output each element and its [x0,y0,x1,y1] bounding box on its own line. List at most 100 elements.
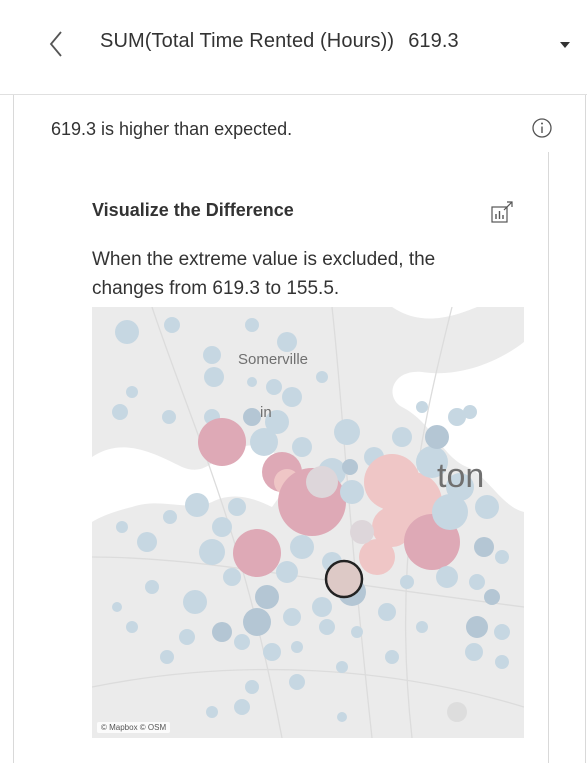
map-mark [145,580,159,594]
map-attribution[interactable]: © Mapbox © OSM [97,722,171,733]
map-mark [204,367,224,387]
map-mark [277,332,297,352]
map-mark [212,517,232,537]
map-label-partial: in [260,404,272,421]
measure-value: 619.3 [408,30,459,52]
map-mark [312,597,332,617]
map-mark [400,575,414,589]
measure-dropdown[interactable] [553,30,577,60]
explanation-statement: 619.3 is higher than expected. [51,119,293,139]
map-mark [336,661,348,673]
map-mark [245,680,259,694]
map-mark [263,643,281,661]
card-divider [548,152,549,763]
map-mark [392,427,412,447]
map-mark [199,539,225,565]
map-mark [164,317,180,333]
map-mark [466,616,488,638]
map-mark [255,585,279,609]
panel-right-border [585,95,586,763]
map-mark [185,493,209,517]
highlighted-extreme-mark[interactable] [324,559,364,599]
map-mark [206,706,218,718]
map-mark [160,650,174,664]
map-mark [416,401,428,413]
header: SUM(Total Time Rented (Hours)) 619.3 [0,0,587,95]
map-mark [163,510,177,524]
map-mark [484,589,500,605]
map-mark [319,619,335,635]
map-mark [126,386,138,398]
map-mark [243,408,261,426]
map-mark [276,561,298,583]
caret-down-icon [560,42,570,48]
map-mark [116,521,128,533]
map-mark [351,626,363,638]
map-mark [378,603,396,621]
open-chart-button[interactable] [489,199,515,225]
map-mark [469,574,485,590]
map-canvas [92,307,524,738]
map-mark [447,702,467,722]
map-mark [465,643,483,661]
map-mark [475,495,499,519]
map-mark [266,379,282,395]
map-mark [289,674,305,690]
map-mark [342,459,358,475]
map-mark [183,590,207,614]
map-mark [212,622,232,642]
back-button[interactable] [42,26,72,66]
map-mark [137,532,157,552]
coast-water [392,307,477,319]
card-title: Visualize the Difference [92,200,294,220]
map-mark [247,377,257,387]
map-mark [126,621,138,633]
map-mark [290,535,314,559]
map-mark [233,529,281,577]
map-mark [337,712,347,722]
map-mark [234,634,250,650]
map-visualization[interactable]: Somerville in ton © Mapbox © OSM [92,307,524,738]
map-mark [350,520,374,544]
info-button[interactable] [530,116,554,140]
map-mark [291,641,303,653]
map-mark [334,419,360,445]
measure-title: SUM(Total Time Rented (Hours)) 619.3 [100,30,459,53]
map-mark [474,537,494,557]
map-mark [179,629,195,645]
chevron-left-icon [49,31,62,57]
map-mark [416,621,428,633]
map-mark [223,568,241,586]
map-mark [436,566,458,588]
open-external-chart-icon [491,201,513,223]
map-mark [316,371,328,383]
card-description: When the extreme value is excluded, the … [92,249,436,299]
info-circle-icon [532,118,552,138]
map-mark [425,425,449,449]
map-mark [282,387,302,407]
map-mark [283,608,301,626]
map-mark [228,498,246,516]
map-mark [112,602,122,612]
map-mark [292,437,312,457]
map-mark [115,320,139,344]
map-label-city: ton [437,457,485,495]
map-mark [495,655,509,669]
map-mark [494,624,510,640]
map-mark [340,480,364,504]
map-mark [385,650,399,664]
map-mark [306,466,338,498]
map-mark [203,346,221,364]
map-mark [359,539,395,575]
map-mark [243,608,271,636]
map-mark [495,550,509,564]
map-label-somerville: Somerville [238,351,309,368]
panel-left-border [13,95,14,763]
map-mark [162,410,176,424]
map-mark [198,418,246,466]
map-mark [234,699,250,715]
map-mark [112,404,128,420]
measure-name: SUM(Total Time Rented (Hours)) [100,30,395,52]
map-mark [463,405,477,419]
map-mark [245,318,259,332]
